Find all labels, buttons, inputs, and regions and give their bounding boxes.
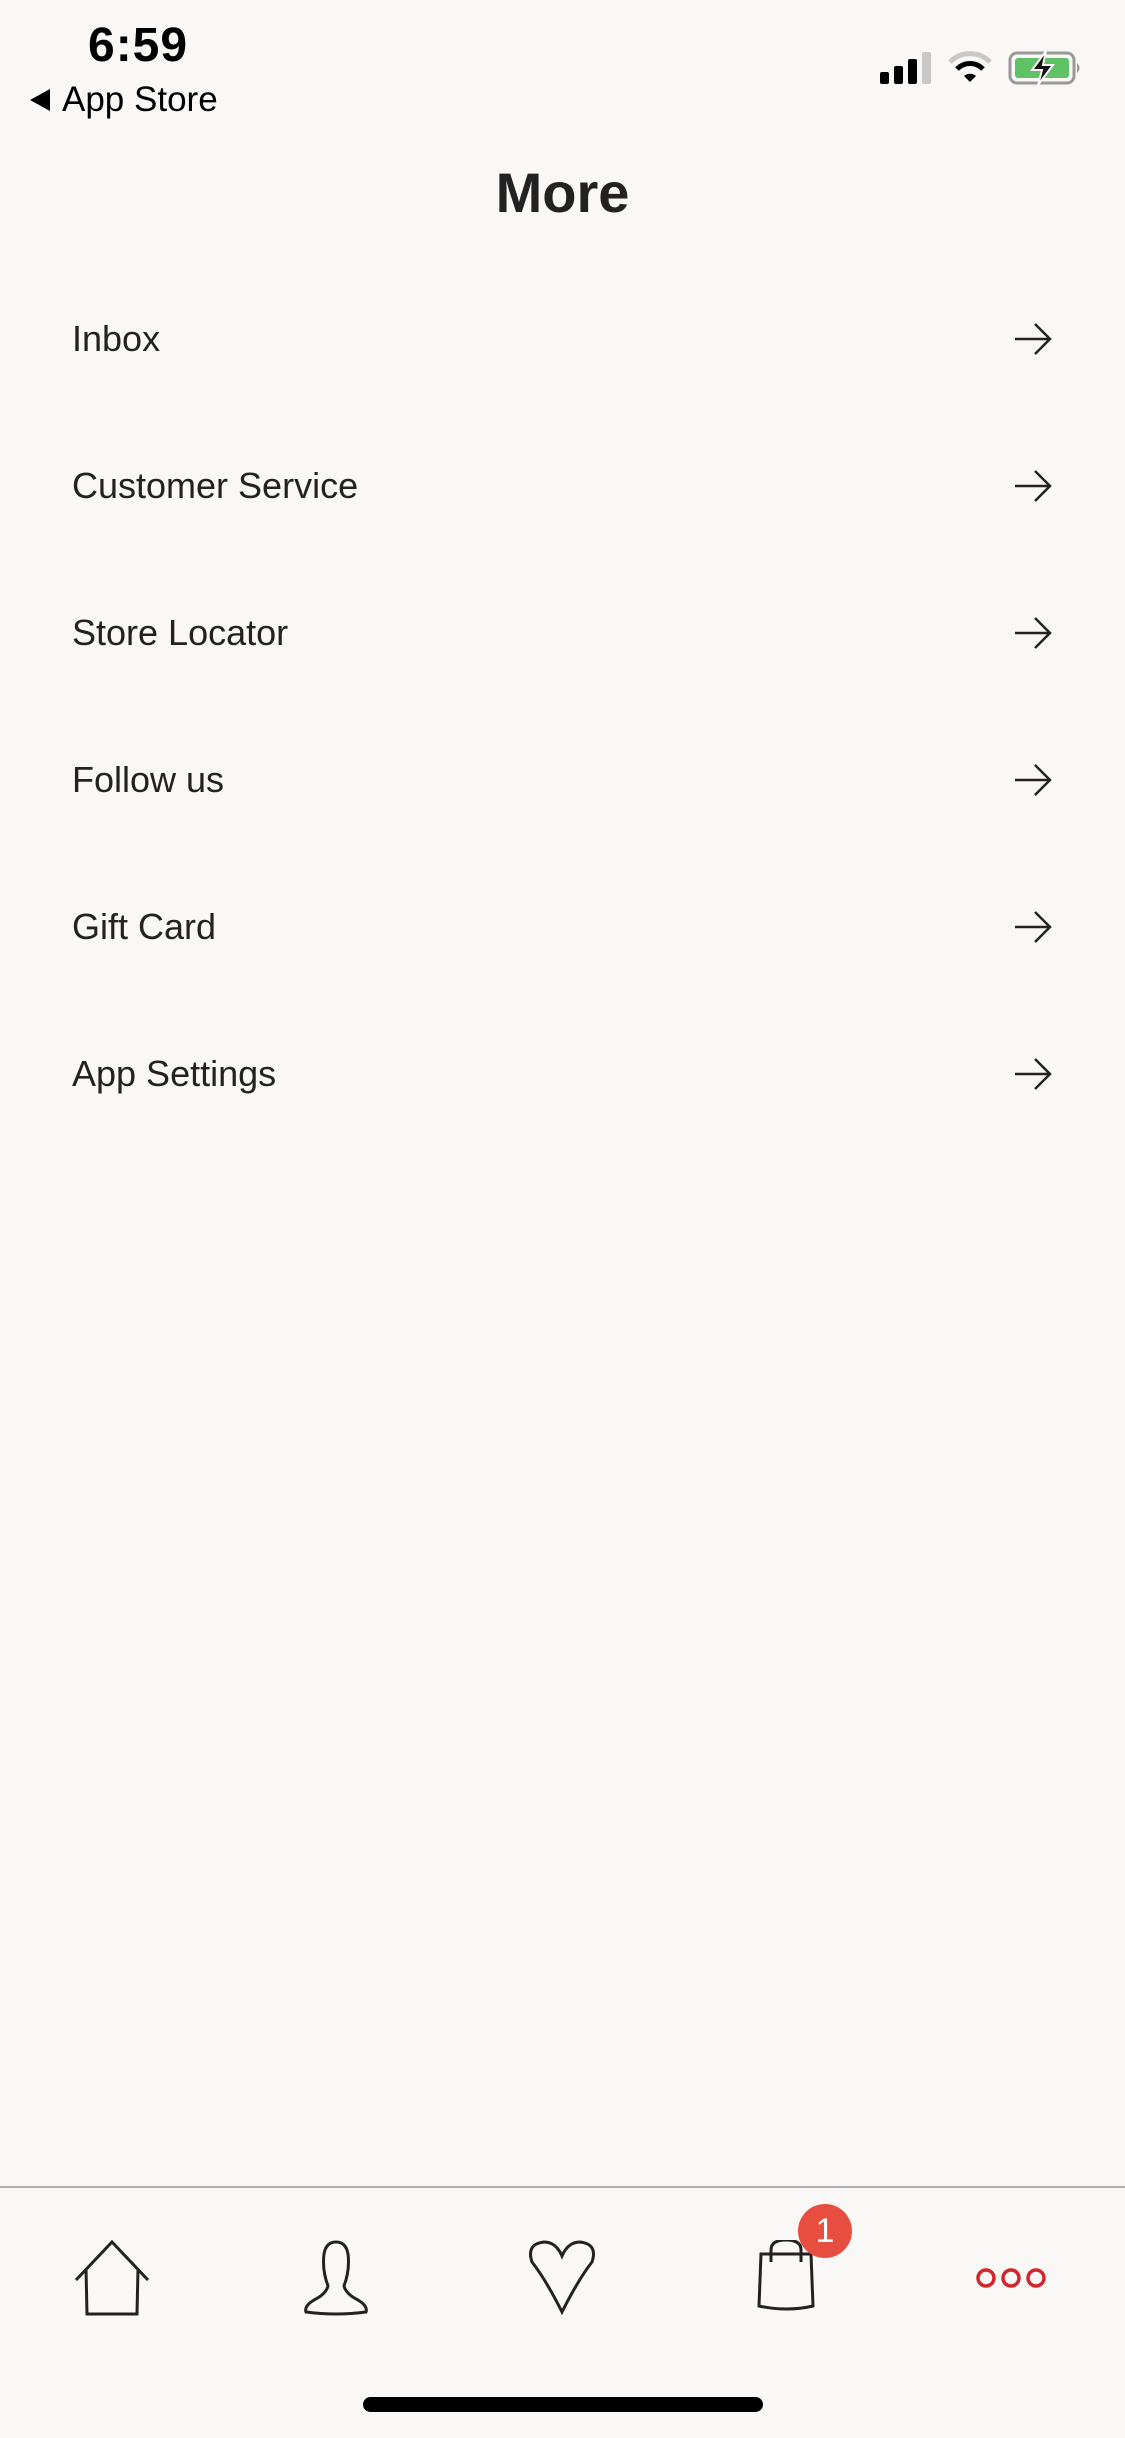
back-to-app-store-button[interactable]: App Store <box>30 80 218 120</box>
menu-item-store-locator[interactable]: Store Locator <box>0 559 1125 706</box>
cellular-signal-icon <box>880 52 931 84</box>
menu-item-inbox[interactable]: Inbox <box>0 265 1125 412</box>
battery-charging-icon <box>1008 50 1080 86</box>
heart-icon <box>529 2240 595 2316</box>
home-indicator[interactable] <box>363 2397 763 2412</box>
cart-count-badge: 1 <box>798 2204 852 2258</box>
menu-item-label: Inbox <box>72 317 161 359</box>
arrow-right-icon <box>1015 616 1052 649</box>
tab-home[interactable] <box>62 2228 162 2328</box>
menu-item-gift-card[interactable]: Gift Card <box>0 853 1125 1000</box>
back-triangle-icon <box>30 89 50 111</box>
arrow-right-icon <box>1015 763 1052 796</box>
status-time: 6:59 <box>88 19 189 72</box>
arrow-right-icon <box>1015 469 1052 502</box>
back-label: App Store <box>62 80 218 119</box>
menu-item-label: Gift Card <box>72 905 217 947</box>
menu-item-app-settings[interactable]: App Settings <box>0 1000 1125 1147</box>
arrow-right-icon <box>1015 910 1052 943</box>
wifi-icon <box>948 51 992 82</box>
page-title: More <box>495 161 630 224</box>
menu-item-follow-us[interactable]: Follow us <box>0 706 1125 853</box>
more-menu-list: Inbox Customer Service Store Locator Fol… <box>0 265 1125 1147</box>
arrow-right-icon <box>1015 1057 1052 1090</box>
menu-item-label: Customer Service <box>72 464 359 506</box>
profile-icon <box>304 2240 368 2316</box>
menu-item-customer-service[interactable]: Customer Service <box>0 412 1125 559</box>
tab-more[interactable] <box>962 2228 1062 2328</box>
arrow-right-icon <box>1015 322 1052 355</box>
menu-item-label: Store Locator <box>72 611 289 653</box>
more-icon <box>976 2268 1046 2288</box>
menu-item-label: Follow us <box>72 758 225 800</box>
tab-wishlist[interactable] <box>512 2228 612 2328</box>
menu-item-label: App Settings <box>72 1052 277 1094</box>
tab-account[interactable] <box>286 2228 386 2328</box>
home-icon <box>74 2240 150 2316</box>
status-bar: 6:59 App Store <box>0 0 1125 130</box>
